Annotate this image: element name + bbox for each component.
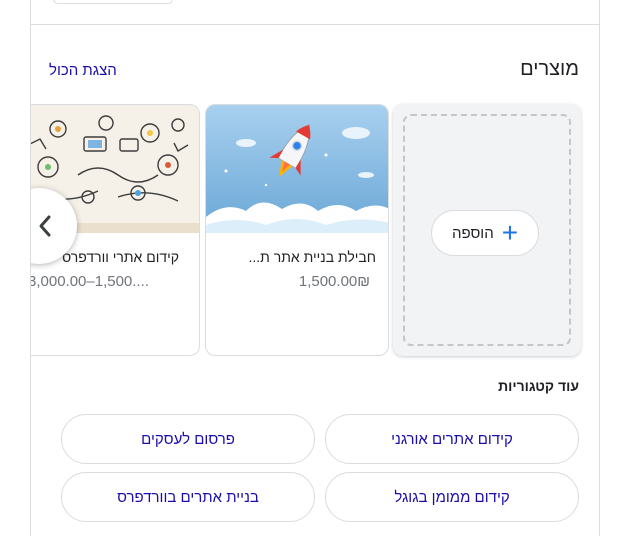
previous-section-stub (53, 0, 173, 4)
show-all-link[interactable]: הצגת הכול (49, 62, 117, 79)
rocket-image (206, 105, 388, 233)
add-product-button[interactable]: + הוספה (431, 210, 539, 256)
products-carousel: + הוספה חבילת בניית אתר ת... 1,500.00₪ ק… (31, 104, 599, 358)
plus-icon: + (501, 217, 519, 248)
more-categories-title: עוד קטגוריות (498, 378, 579, 394)
product-name: קידום אתרי וורדפרס (61, 249, 179, 265)
add-product-card[interactable]: + הוספה (393, 104, 581, 356)
product-card[interactable]: חבילת בניית אתר ת... 1,500.00₪ (205, 104, 389, 356)
products-title: מוצרים (520, 58, 579, 80)
category-chip[interactable]: קידום ממומן בגוגל (325, 472, 579, 522)
product-name: חבילת בניית אתר ת... (248, 249, 376, 265)
add-product-label: הוספה (451, 224, 494, 242)
category-chip[interactable]: בניית אתרים בוורדפרס (61, 472, 315, 522)
product-price: 1,500.00₪ (298, 273, 370, 290)
add-product-dashed-area: + הוספה (403, 114, 571, 346)
section-divider (31, 24, 599, 25)
category-chip[interactable]: קידום אתרים אורגני (325, 414, 579, 464)
chevron-left-icon (39, 215, 51, 237)
product-price: 3,000.00–1,500.... (30, 273, 149, 290)
category-chip[interactable]: פרסום לעסקים (61, 414, 315, 464)
products-header: מוצרים הצגת הכול (31, 56, 599, 86)
knowledge-panel: מוצרים הצגת הכול + הוספה חבילת בניית אתר… (30, 0, 600, 536)
